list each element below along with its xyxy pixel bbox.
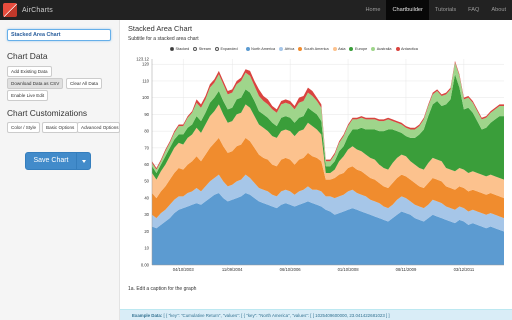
- legend-item-north-america[interactable]: North America: [245, 47, 276, 51]
- y-tick-label: 50: [144, 179, 149, 184]
- enable-live-edit-button[interactable]: Enable Live Edit: [7, 90, 49, 101]
- chart-caption[interactable]: 1a. Edit a caption for the graph: [128, 286, 196, 292]
- navbar: AirCharts Home Chartbuilder Tutorials FA…: [0, 0, 512, 20]
- legend-item-europe[interactable]: Europe: [349, 47, 367, 51]
- legend-swatch: [349, 47, 354, 51]
- nav-home[interactable]: Home: [360, 0, 387, 20]
- y-tick-label: 40: [144, 195, 149, 200]
- legend-swatch: [298, 47, 303, 51]
- legend-swatch: [245, 47, 250, 51]
- advanced-options-button[interactable]: Advanced Options: [77, 122, 120, 133]
- x-tick-label: 06/10/2006: [280, 267, 302, 272]
- y-tick-label: 60: [144, 162, 149, 167]
- control-stacked[interactable]: Stacked: [170, 47, 189, 51]
- control-label: Stacked: [175, 47, 190, 51]
- save-chart-label: Save Chart: [33, 157, 69, 164]
- x-tick-label: 08/11/2009: [396, 267, 417, 272]
- nav-links: Home Chartbuilder Tutorials FAQ About: [360, 0, 512, 20]
- nav-chartbuilder[interactable]: Chartbuilder: [386, 0, 429, 20]
- nav-about[interactable]: About: [485, 0, 512, 20]
- chart-customizations-heading: Chart Customizations: [7, 108, 88, 118]
- y-tick-label: 100: [142, 95, 150, 100]
- x-tick-label: 01/10/2008: [338, 267, 360, 272]
- control-expanded[interactable]: Expanded: [214, 47, 238, 51]
- chart-legend: Stacked Stream Expanded North America Africa…: [170, 47, 422, 51]
- legend-item-asia[interactable]: Asia: [332, 47, 346, 51]
- brand[interactable]: AirCharts: [3, 3, 53, 17]
- legend-item-south-america[interactable]: South America: [298, 47, 329, 51]
- radio-icon: [170, 47, 174, 51]
- control-stream[interactable]: Stream: [193, 47, 211, 51]
- save-options-dropdown[interactable]: [76, 153, 90, 169]
- y-tick-label: 0.00: [141, 262, 150, 267]
- chart-data-heading: Chart Data: [7, 51, 48, 61]
- aircharts-logo-icon: [3, 3, 17, 17]
- basic-options-button[interactable]: Basic Options: [42, 122, 79, 133]
- legend-label: Africa: [284, 47, 295, 51]
- brand-name: AirCharts: [22, 6, 53, 14]
- nav-faq[interactable]: FAQ: [462, 0, 485, 20]
- control-label: Stream: [198, 47, 211, 51]
- x-tick-label: 04/10/2003: [173, 267, 195, 272]
- legend-item-africa[interactable]: Africa: [279, 47, 294, 51]
- example-data-label: Example Data:: [132, 313, 163, 318]
- chart-title-input[interactable]: [7, 29, 111, 41]
- legend-swatch: [332, 47, 337, 51]
- y-tick-label: 120: [142, 62, 150, 67]
- y-tick-label: 90: [144, 112, 149, 117]
- legend-swatch: [279, 47, 284, 51]
- legend-swatch: [395, 47, 400, 51]
- x-tick-label: 11/09/2004: [222, 267, 243, 272]
- y-tick-label: 110: [142, 78, 149, 83]
- x-tick-label: 03/12/2011: [454, 267, 475, 272]
- radio-icon: [214, 47, 219, 51]
- stacked-area-chart[interactable]: 0.00 10 20 30 40 50 60 70 80 90 100 110 120123.12 04/…: [120, 55, 512, 289]
- main-content: Stacked Area Chart Subtitle for a stacke…: [120, 20, 512, 320]
- legend-swatch: [371, 47, 376, 51]
- legend-item-antarctica[interactable]: Antarctica: [395, 47, 418, 51]
- example-data-text: [ { "key": "Cumulative Return", "values"…: [162, 313, 390, 318]
- save-chart-button[interactable]: Save Chart: [25, 152, 91, 170]
- y-tick-label: 123.12: [136, 56, 149, 61]
- y-tick-label: 20: [144, 229, 149, 234]
- y-tick-label: 10: [144, 246, 149, 251]
- legend-label: North America: [251, 47, 276, 51]
- legend-label: South America: [303, 47, 329, 51]
- legend-item-australia[interactable]: Australia: [371, 47, 392, 51]
- nav-tutorials[interactable]: Tutorials: [429, 0, 462, 20]
- example-data-bar: Example Data: [ { "key": "Cumulative Ret…: [120, 309, 512, 320]
- sidebar: Chart Data Add Existing Data Download Da…: [0, 20, 120, 320]
- radio-icon: [193, 47, 198, 51]
- y-tick-label: 80: [144, 129, 149, 134]
- legend-label: Asia: [338, 47, 346, 51]
- legend-label: Antarctica: [401, 47, 418, 51]
- download-csv-button[interactable]: Download Data as CSV: [7, 78, 64, 89]
- chart-subtitle[interactable]: Subtitle for a stacked area chart: [128, 36, 199, 42]
- add-existing-data-button[interactable]: Add Existing Data: [7, 66, 52, 77]
- legend-label: Australia: [376, 47, 392, 51]
- color-style-button[interactable]: Color / Style: [7, 122, 41, 133]
- legend-label: Europe: [354, 47, 368, 51]
- control-label: Expanded: [220, 47, 238, 51]
- y-tick-label: 30: [144, 212, 149, 217]
- chart-title[interactable]: Stacked Area Chart: [128, 24, 192, 33]
- clear-all-data-button[interactable]: Clear All Data: [66, 78, 103, 89]
- y-tick-label: 70: [144, 145, 149, 150]
- caret-down-icon: [81, 159, 86, 163]
